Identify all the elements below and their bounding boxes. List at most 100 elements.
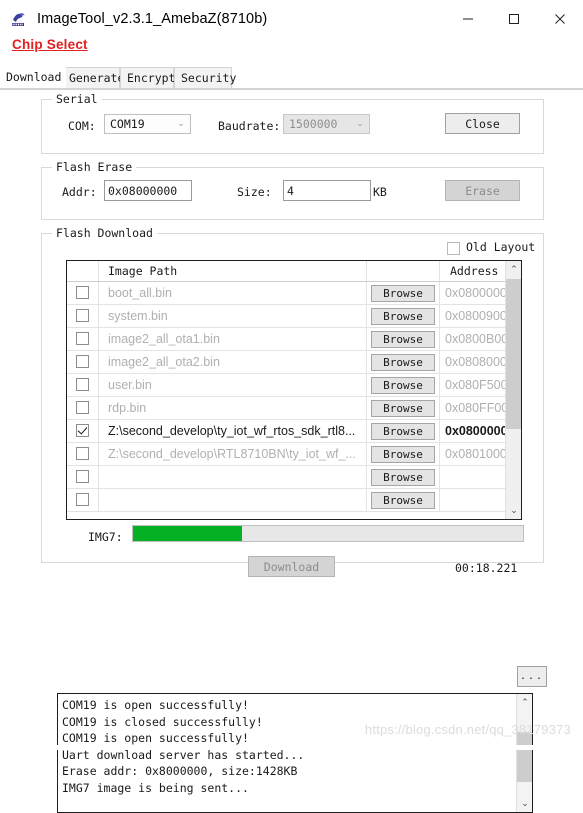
chevron-down-icon: ⌄ — [356, 119, 364, 129]
tab-download[interactable]: Download — [0, 67, 66, 88]
download-progress-fill — [133, 526, 243, 541]
row-checkbox-cell — [67, 351, 99, 373]
log-line: COM19 is open successfully! — [62, 698, 249, 712]
row-browse-cell: Browse — [367, 351, 440, 373]
table-row[interactable]: system.bin Browse 0x08009000 — [67, 305, 521, 328]
table-scrollbar[interactable]: ⌃ ⌄ — [505, 261, 521, 519]
tab-security[interactable]: Security — [174, 67, 236, 88]
row-browse-cell: Browse — [367, 374, 440, 396]
old-layout-label: Old Layout — [466, 240, 536, 254]
row-image-path[interactable]: boot_all.bin — [99, 282, 367, 304]
browse-button[interactable]: Browse — [371, 307, 435, 325]
log-scroll-up-icon[interactable]: ⌃ — [517, 694, 532, 711]
log-scroll-down-icon[interactable]: ⌄ — [517, 795, 532, 812]
baudrate-select[interactable]: 1500000 ⌄ — [283, 114, 370, 134]
serial-group-title: Serial — [52, 92, 102, 106]
row-browse-cell: Browse — [367, 443, 440, 465]
browse-button[interactable]: Browse — [371, 468, 435, 486]
browse-button[interactable]: Browse — [371, 284, 435, 302]
browse-button[interactable]: Browse — [371, 330, 435, 348]
erase-size-input[interactable]: 4 — [283, 180, 371, 201]
com-label: COM: — [68, 119, 96, 133]
tab-generate[interactable]: Generate — [62, 67, 124, 88]
window-title: ImageTool_v2.3.1_AmebaZ(8710b) — [37, 10, 268, 27]
table-row[interactable]: user.bin Browse 0x080F5000 — [67, 374, 521, 397]
row-image-path[interactable]: Z:\second_develop\ty_iot_wf_rtos_sdk_rtl… — [99, 420, 367, 442]
log-line: IMG7 image is being sent... — [62, 780, 249, 795]
row-checkbox-cell — [67, 282, 99, 304]
table-row[interactable]: image2_all_ota1.bin Browse 0x0800B000 — [67, 328, 521, 351]
tab-encrypt[interactable]: Encrypt — [120, 67, 175, 88]
erase-addr-input[interactable]: 0x08000000 — [104, 180, 192, 201]
row-checkbox-cell — [67, 443, 99, 465]
row-image-path[interactable]: image2_all_ota2.bin — [99, 351, 367, 373]
row-enable-checkbox[interactable] — [76, 355, 89, 368]
log-console[interactable]: COM19 is open successfully! COM19 is clos… — [57, 693, 533, 813]
row-image-path[interactable] — [99, 489, 367, 511]
image-table[interactable]: Image Path Address boot_all.bin Browse 0x080… — [66, 260, 522, 520]
row-checkbox-cell — [67, 328, 99, 350]
browse-button[interactable]: Browse — [371, 491, 435, 509]
row-image-path[interactable] — [99, 466, 367, 488]
row-checkbox-cell — [67, 374, 99, 396]
image-table-header: Image Path Address — [67, 261, 521, 282]
flash-download-group-title: Flash Download — [52, 226, 157, 240]
table-scroll-thumb[interactable] — [506, 279, 521, 429]
close-button[interactable] — [537, 0, 583, 37]
chip-select-link[interactable]: Chip Select — [12, 37, 88, 52]
row-enable-checkbox[interactable] — [76, 493, 89, 506]
row-image-path[interactable]: user.bin — [99, 374, 367, 396]
row-image-path[interactable]: rdp.bin — [99, 397, 367, 419]
log-line: Erase addr: 0x8000000, size:1428KB — [62, 764, 298, 778]
browse-button[interactable]: Browse — [371, 376, 435, 394]
row-image-path[interactable]: Z:\second_develop\RTL8710BN\ty_iot_wf_..… — [99, 443, 367, 465]
com-port-value: COM19 — [110, 117, 145, 131]
watermark-text: https://blog.csdn.net/qq_38179373 — [364, 722, 571, 737]
row-enable-checkbox[interactable] — [76, 401, 89, 414]
row-enable-checkbox[interactable] — [76, 447, 89, 460]
row-enable-checkbox[interactable] — [76, 470, 89, 483]
table-row[interactable]: rdp.bin Browse 0x080FF000 — [67, 397, 521, 420]
more-options-button[interactable]: ... — [517, 666, 547, 687]
table-row[interactable]: Z:\second_develop\ty_iot_wf_rtos_sdk_rtl… — [67, 420, 521, 443]
row-browse-cell: Browse — [367, 282, 440, 304]
erase-size-label: Size: — [237, 185, 272, 199]
erase-button[interactable]: Erase — [445, 180, 520, 201]
log-scroll-thumb[interactable] — [517, 732, 532, 782]
row-enable-checkbox[interactable] — [76, 332, 89, 345]
row-enable-checkbox[interactable] — [76, 286, 89, 299]
table-row[interactable]: boot_all.bin Browse 0x08000000 — [67, 282, 521, 305]
maximize-button[interactable] — [491, 0, 537, 37]
browse-button[interactable]: Browse — [371, 399, 435, 417]
minimize-button[interactable] — [445, 0, 491, 37]
row-checkbox-cell — [67, 466, 99, 488]
com-port-select[interactable]: COM19 ⌄ — [104, 114, 191, 134]
old-layout-checkbox[interactable] — [447, 242, 460, 255]
row-browse-cell: Browse — [367, 489, 440, 511]
download-button[interactable]: Download — [248, 556, 335, 577]
row-image-path[interactable]: image2_all_ota1.bin — [99, 328, 367, 350]
serial-close-button[interactable]: Close — [445, 113, 520, 134]
image-table-body: Image Path Address boot_all.bin Browse 0x080… — [67, 261, 521, 512]
baudrate-label: Baudrate: — [218, 119, 281, 133]
row-enable-checkbox[interactable] — [76, 309, 89, 322]
flash-erase-group-title: Flash Erase — [52, 160, 137, 174]
tab-strip: Download Generate Encrypt Security — [0, 67, 583, 90]
browse-button[interactable]: Browse — [371, 353, 435, 371]
row-enable-checkbox[interactable] — [76, 378, 89, 391]
browse-button[interactable]: Browse — [371, 422, 435, 440]
erase-size-unit: KB — [373, 185, 387, 199]
baudrate-value: 1500000 — [289, 117, 338, 131]
log-scrollbar[interactable]: ⌃ ⌄ — [516, 694, 532, 812]
row-enable-checkbox[interactable] — [76, 424, 89, 437]
row-image-path[interactable]: system.bin — [99, 305, 367, 327]
scroll-up-icon[interactable]: ⌃ — [506, 261, 521, 278]
table-row[interactable]: image2_all_ota2.bin Browse 0x08080000 — [67, 351, 521, 374]
table-row[interactable]: Z:\second_develop\RTL8710BN\ty_iot_wf_..… — [67, 443, 521, 466]
scroll-down-icon[interactable]: ⌄ — [506, 502, 521, 519]
table-row[interactable]: Browse — [67, 489, 521, 512]
header-checkbox-cell — [67, 261, 99, 281]
table-row[interactable]: Browse — [67, 466, 521, 489]
row-checkbox-cell — [67, 489, 99, 511]
browse-button[interactable]: Browse — [371, 445, 435, 463]
